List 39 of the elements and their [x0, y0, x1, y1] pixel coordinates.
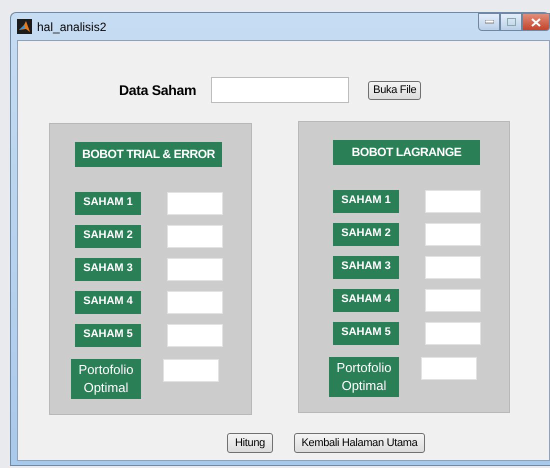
stock-label: SAHAM 5	[333, 322, 399, 345]
weight-field[interactable]	[163, 359, 219, 382]
maximize-button[interactable]	[500, 13, 522, 31]
stock-label: SAHAM 2	[75, 225, 141, 248]
stock-label: SAHAM 1	[333, 190, 399, 213]
panel-title: BOBOT LAGRANGE	[333, 140, 480, 165]
panel-title: BOBOT TRIAL & ERROR	[75, 142, 222, 167]
minimize-icon	[484, 20, 494, 24]
minimize-button[interactable]	[478, 13, 500, 31]
weight-field[interactable]	[425, 289, 481, 312]
back-home-button[interactable]: Kembali Halaman Utama	[294, 433, 425, 453]
weight-field[interactable]	[167, 258, 223, 281]
open-file-button[interactable]: Buka File	[368, 80, 422, 100]
stock-label: SAHAM 4	[75, 291, 141, 314]
close-button[interactable]	[522, 13, 550, 31]
weight-field[interactable]	[425, 223, 481, 246]
close-icon	[531, 18, 541, 26]
stock-label: SAHAM 4	[333, 289, 399, 312]
weight-field[interactable]	[167, 324, 223, 347]
weight-field[interactable]	[167, 291, 223, 314]
stock-label: SAHAM 1	[75, 192, 141, 215]
stock-label: Portofolio Optimal	[71, 359, 141, 399]
calculate-button[interactable]: Hitung	[227, 433, 273, 453]
stock-label: SAHAM 3	[333, 256, 399, 279]
stock-label: SAHAM 5	[75, 324, 141, 347]
weight-field[interactable]	[425, 322, 481, 345]
weight-field[interactable]	[425, 190, 481, 213]
app-logo-icon	[17, 19, 32, 34]
stock-label: SAHAM 3	[75, 258, 141, 281]
stock-label: Portofolio Optimal	[329, 357, 399, 397]
weight-field[interactable]	[167, 225, 223, 248]
weight-field[interactable]	[425, 256, 481, 279]
window-title: hal_analisis2	[37, 20, 106, 34]
weight-field[interactable]	[167, 192, 223, 215]
stock-label: SAHAM 2	[333, 223, 399, 246]
data-saham-label: Data Saham	[119, 82, 196, 98]
maximize-icon	[506, 18, 516, 26]
weight-field[interactable]	[421, 357, 477, 380]
file-input-field[interactable]	[211, 77, 350, 103]
